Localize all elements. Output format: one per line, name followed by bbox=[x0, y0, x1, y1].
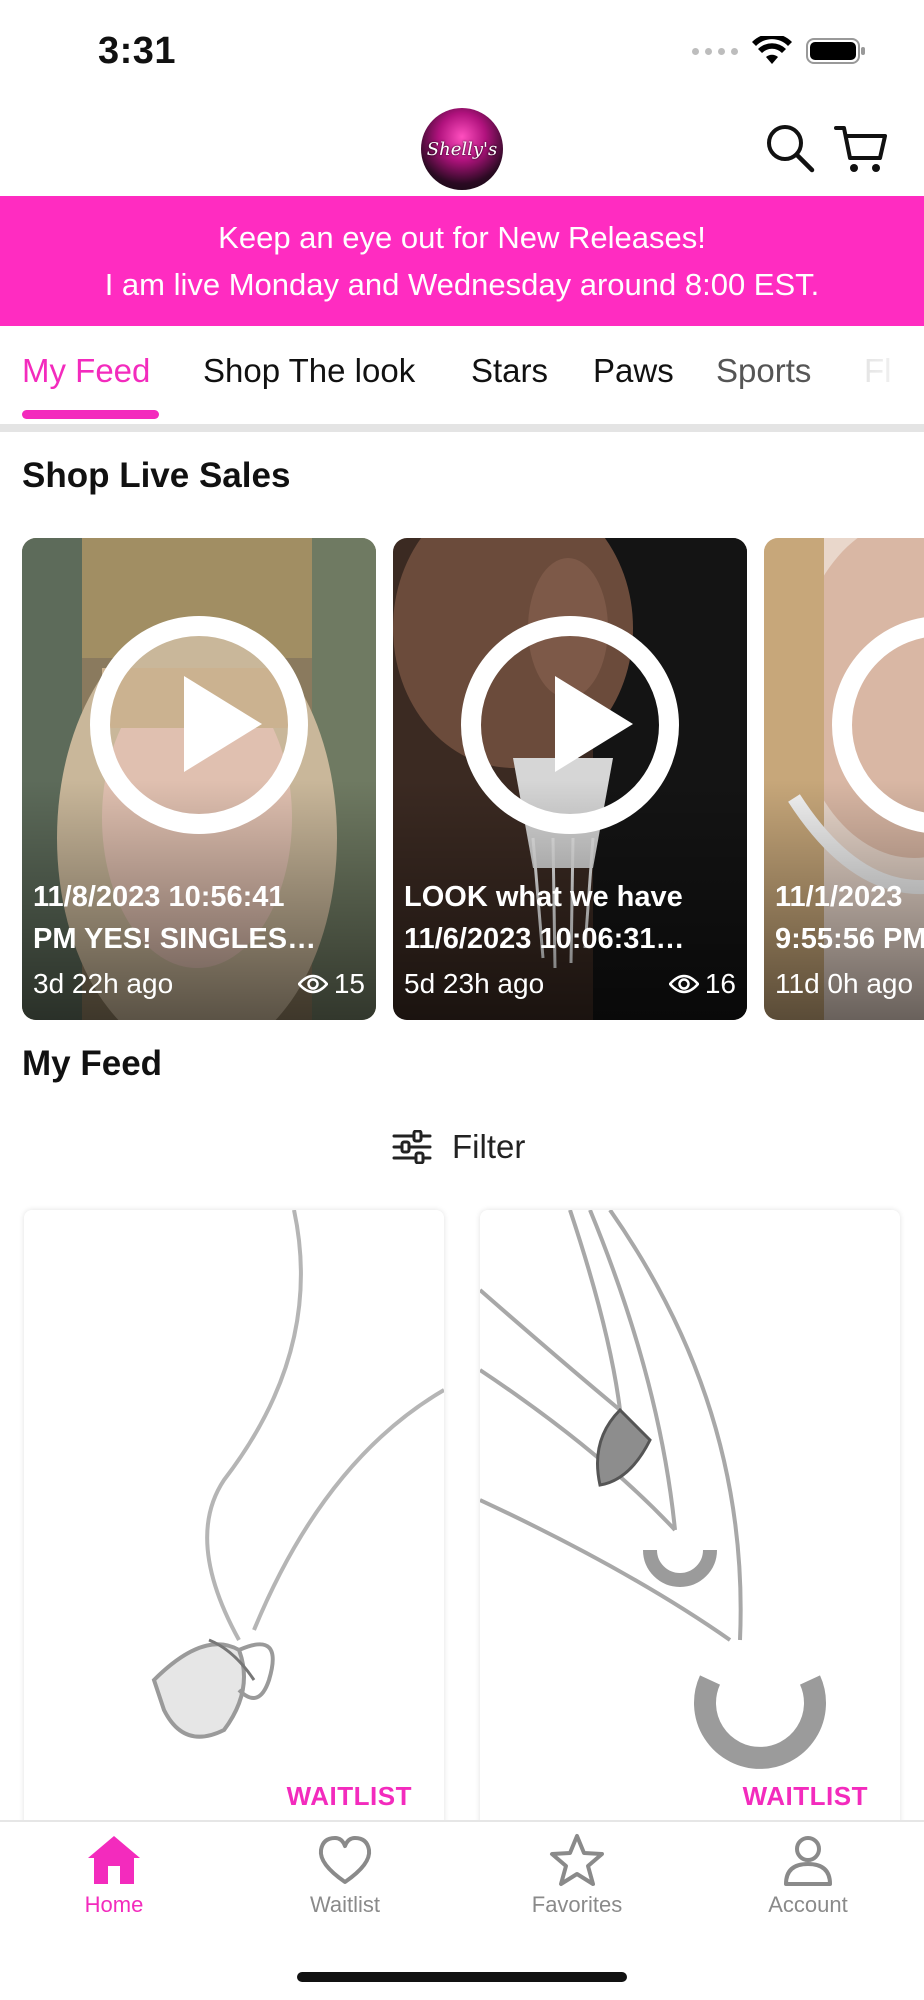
view-count-value: 15 bbox=[333, 968, 365, 999]
live-sale-title: 11/8/2023 10:56:41 PM YES! SINGLES… bbox=[33, 881, 317, 955]
filter-label: Filter bbox=[452, 1128, 526, 1165]
star-icon bbox=[550, 1834, 604, 1886]
nav-waitlist-label: Waitlist bbox=[309, 1892, 381, 1917]
status-icons bbox=[692, 36, 866, 66]
nav-account-label: Account bbox=[768, 1892, 848, 1917]
product-card[interactable]: WAITLIST bbox=[24, 1210, 444, 1830]
filter-button[interactable]: Filter bbox=[392, 1128, 525, 1166]
tab-stars[interactable]: Stars bbox=[471, 352, 548, 390]
nav-home[interactable]: Home bbox=[24, 1832, 204, 1918]
cart-icon bbox=[834, 126, 887, 172]
waitlist-badge[interactable]: WAITLIST bbox=[743, 1781, 868, 1812]
home-indicator bbox=[297, 1972, 627, 1982]
eye-icon bbox=[297, 974, 328, 994]
live-sales-title: Shop Live Sales bbox=[22, 456, 291, 495]
view-count: 16 bbox=[668, 968, 736, 1000]
banner-line-2: I am live Monday and Wednesday around 8:… bbox=[104, 267, 820, 302]
status-time: 3:31 bbox=[98, 30, 177, 72]
live-sale-age: 3d 22h ago bbox=[33, 968, 174, 999]
home-icon bbox=[88, 1836, 140, 1884]
nav-account[interactable]: Account bbox=[718, 1832, 898, 1918]
live-sale-card[interactable]: LOOK what we have 11/6/2023 10:06:31… 5d… bbox=[393, 538, 747, 1020]
status-bar: 3:31 bbox=[0, 0, 924, 100]
battery-icon bbox=[806, 38, 865, 64]
search-icon bbox=[767, 125, 815, 173]
tab-sports[interactable]: Sports bbox=[716, 352, 811, 390]
active-tab-indicator bbox=[22, 410, 159, 419]
live-sale-title: 11/1/2023 9:55:56 PM bbox=[775, 881, 924, 955]
nav-favorites[interactable]: Favorites bbox=[487, 1832, 667, 1918]
account-icon bbox=[784, 1836, 832, 1886]
live-sale-age: 5d 23h ago bbox=[404, 968, 545, 999]
app-header: Shelly's bbox=[0, 100, 924, 196]
category-tabs: My Feed Shop The look Stars Paws Sports … bbox=[0, 326, 924, 424]
tab-shop-the-look[interactable]: Shop The look bbox=[203, 352, 415, 390]
banner-line-1: Keep an eye out for New Releases! bbox=[218, 220, 706, 255]
tabs-divider bbox=[0, 424, 924, 432]
product-card[interactable]: WAITLIST bbox=[480, 1210, 900, 1830]
heart-icon bbox=[318, 1836, 372, 1884]
play-icon bbox=[555, 676, 633, 772]
tab-my-feed[interactable]: My Feed bbox=[22, 352, 150, 390]
live-sale-title: LOOK what we have 11/6/2023 10:06:31… bbox=[404, 881, 685, 955]
live-sales-carousel[interactable]: 11/8/2023 10:56:41 PM YES! SINGLES… 3d 2… bbox=[22, 538, 924, 1020]
store-logo[interactable]: Shelly's bbox=[421, 108, 503, 190]
feed-title: My Feed bbox=[22, 1044, 163, 1083]
live-sale-card[interactable]: 11/1/2023 9:55:56 PM 11d 0h ago bbox=[764, 538, 924, 1020]
nav-favorites-label: Favorites bbox=[531, 1892, 623, 1917]
live-sale-card[interactable]: 11/8/2023 10:56:41 PM YES! SINGLES… 3d 2… bbox=[22, 538, 376, 1020]
tabs-fade bbox=[804, 326, 924, 416]
view-count-value: 16 bbox=[704, 968, 736, 999]
waitlist-badge[interactable]: WAITLIST bbox=[287, 1781, 412, 1812]
promo-banner: Keep an eye out for New Releases! I am l… bbox=[0, 196, 924, 326]
tab-paws[interactable]: Paws bbox=[593, 352, 674, 390]
cellular-signal-icon bbox=[692, 47, 738, 55]
search-button[interactable] bbox=[764, 122, 816, 174]
filter-sliders-icon bbox=[392, 1130, 432, 1164]
nav-home-label: Home bbox=[84, 1892, 144, 1917]
eye-icon bbox=[668, 974, 699, 994]
view-count: 15 bbox=[297, 968, 365, 1000]
play-icon bbox=[184, 676, 262, 772]
logo-text: Shelly's bbox=[426, 138, 498, 160]
product-image bbox=[480, 1210, 900, 1830]
wifi-icon bbox=[752, 36, 792, 64]
cart-button[interactable] bbox=[834, 122, 887, 174]
live-sale-age: 11d 0h ago bbox=[775, 968, 914, 999]
nav-waitlist[interactable]: Waitlist bbox=[255, 1832, 435, 1918]
product-image bbox=[24, 1210, 444, 1830]
